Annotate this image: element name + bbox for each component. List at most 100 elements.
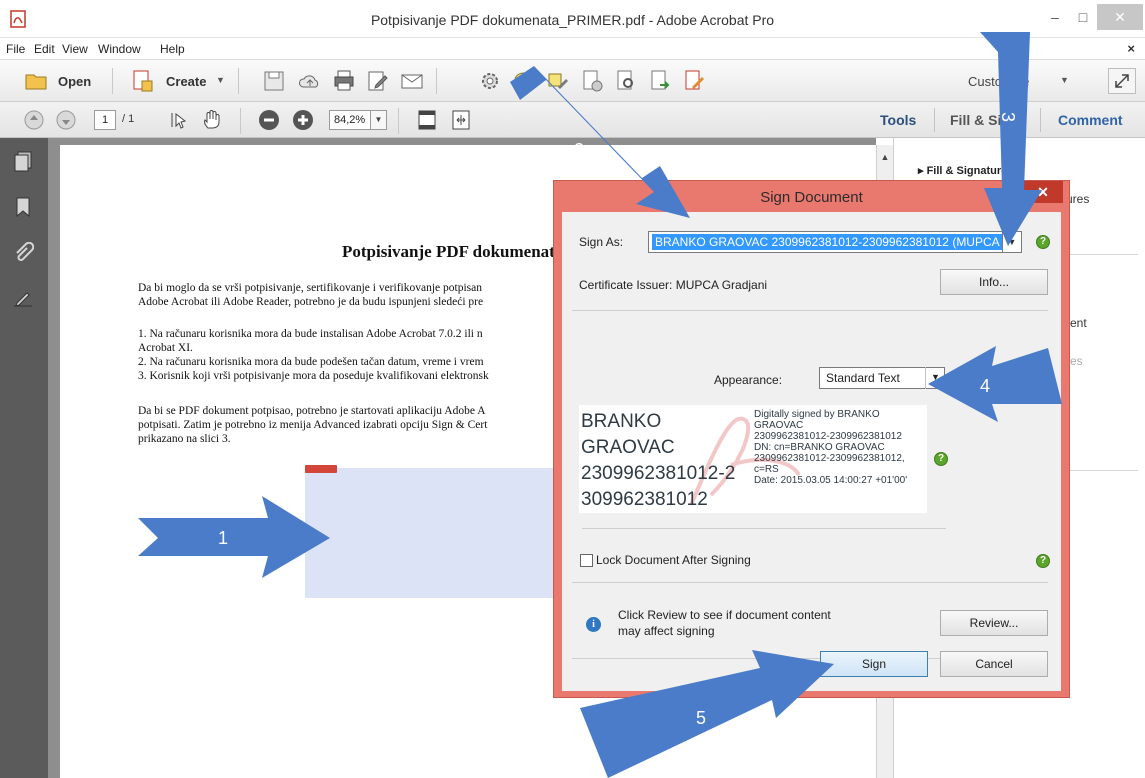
preview-name-line: 309962381012 [581,489,708,510]
dialog-body: Sign As: BRANKO GRAOVAC 2309962381012-23… [562,212,1061,691]
zoom-dropdown-icon[interactable]: ▼ [371,110,387,130]
document-line: Da bi moglo da se vrši potpisivanje, ser… [138,282,482,294]
menu-edit[interactable]: Edit [34,42,55,56]
create-pdf-icon[interactable] [130,69,154,93]
appearance-label: Appearance: [714,373,783,387]
preview-signature-details: Digitally signed by BRANKO GRAOVAC 23099… [754,409,927,486]
review-button[interactable]: Review... [940,610,1048,636]
signature-field-area[interactable] [305,468,555,598]
preview-name-line: GRAOVAC [581,437,675,458]
preview-detail-line: c=RS [754,464,779,475]
review-hint-text: may affect signing [618,624,715,638]
dialog-divider [572,310,1048,311]
menu-file[interactable]: File [6,42,25,56]
page-thumbnails-icon[interactable] [12,150,34,172]
zoom-level-input[interactable]: 84,2% [329,110,371,130]
close-document-icon[interactable]: × [1127,41,1135,56]
edit-document-icon[interactable] [366,69,390,93]
preview-detail-line: GRAOVAC [754,420,804,431]
menu-window[interactable]: Window [98,42,141,56]
help-icon[interactable]: ? [1036,235,1050,249]
preview-detail-line: 2309962381012-2309962381012 [754,431,902,442]
save-icon[interactable] [262,69,286,93]
toolbar-divider [240,108,241,134]
next-page-icon[interactable] [56,110,76,130]
fit-page-icon[interactable] [416,109,438,131]
zoom-out-icon[interactable] [258,109,280,131]
document-line: 1. Na računaru korisnika mora da bude in… [138,328,483,340]
open-folder-icon[interactable] [24,69,48,93]
customize-button[interactable]: Customize [968,74,1029,89]
minimize-button[interactable]: – [1040,4,1070,30]
help-icon[interactable]: ? [934,452,948,466]
expand-icon[interactable] [1108,68,1136,94]
sign-button[interactable]: Sign [820,651,928,677]
settings-gear-icon[interactable] [478,69,502,93]
document-line: Adobe Acrobat ili Adobe Reader, potrebno… [138,296,484,308]
fill-sign-section-header[interactable]: ▸ Fill & Signatures [918,164,1013,177]
create-button[interactable]: Create [166,74,206,89]
window-title: Potpisivanje PDF dokumenata_PRIMER.pdf -… [370,12,775,28]
document-export-icon[interactable] [648,69,672,93]
tab-tools[interactable]: Tools [880,112,916,128]
preview-detail-line: Digitally signed by BRANKO [754,409,880,420]
comment-bubble-icon[interactable] [512,69,536,93]
upload-cloud-icon[interactable] [298,69,322,93]
info-icon: i [586,617,601,632]
document-line: 3. Korisnik koji vrši potpisivanje mora … [138,370,489,382]
help-icon[interactable]: ? [1036,554,1050,568]
fit-width-icon[interactable] [450,109,472,131]
toolbar-divider [398,108,399,134]
review-hint-text: Click Review to see if document content [618,608,831,622]
page-number-input[interactable]: 1 [94,110,116,130]
info-button[interactable]: Info... [940,269,1048,295]
fill-sign-section-label: Fill & Signatures [926,165,1014,177]
tab-comment[interactable]: Comment [1058,112,1123,128]
maximize-button[interactable]: □ [1068,4,1098,30]
bookmarks-icon[interactable] [12,196,34,218]
dialog-divider [582,528,946,529]
attachments-paperclip-icon[interactable] [12,242,34,264]
lock-document-checkbox[interactable] [580,554,593,567]
email-icon[interactable] [400,69,424,93]
document-line: 2. Na računaru korisnika mora da bude po… [138,356,484,368]
open-button[interactable]: Open [58,74,91,89]
customize-dropdown-icon[interactable]: ▼ [1060,75,1069,85]
preview-detail-line: 2309962381012-2309962381012, [754,453,905,464]
previous-page-icon[interactable] [24,110,44,130]
preview-detail-line: Date: 2015.03.05 14:00:27 +01'00' [754,475,908,486]
tab-divider [934,108,935,132]
panel-text-fragment: ent [1070,316,1087,330]
appearance-dropdown-icon[interactable]: ▼ [925,367,945,389]
lock-document-label: Lock Document After Signing [596,553,751,567]
preview-name-line: BRANKO [581,411,662,432]
title-bar: Potpisivanje PDF dokumenata_PRIMER.pdf -… [0,0,1145,38]
signatures-pen-icon[interactable] [12,288,34,310]
print-icon[interactable] [332,69,356,93]
document-search-icon[interactable] [614,69,638,93]
select-tool-icon[interactable] [170,110,190,130]
zoom-in-icon[interactable] [292,109,314,131]
sign-as-select[interactable]: BRANKO GRAOVAC 2309962381012-23099623810… [648,231,1022,253]
signature-field-tag [305,465,337,473]
dialog-close-button[interactable]: ✕ [1023,181,1063,203]
menu-bar: File Edit View Window Help × [0,38,1145,60]
cancel-button[interactable]: Cancel [940,651,1048,677]
sign-document-icon[interactable] [682,69,706,93]
menu-view[interactable]: View [62,42,88,56]
tab-fill-sign[interactable]: Fill & Sign [950,112,1018,128]
menu-help[interactable]: Help [160,42,185,56]
main-toolbar: Open Create ▼ Customize ▼ [0,60,1145,102]
create-dropdown-icon[interactable]: ▼ [216,75,225,85]
document-line: prikazano na slici 3. [138,433,231,445]
close-window-button[interactable]: ✕ [1097,4,1143,30]
document-line: Acrobat XI. [138,342,193,354]
scroll-up-icon[interactable]: ▲ [877,149,893,165]
document-line: potpisati. Zatim je potrebno iz menija A… [138,419,488,431]
hand-tool-icon[interactable] [202,109,224,131]
document-remove-icon[interactable] [580,69,604,93]
toolbar-divider [436,68,437,94]
document-heading: Potpisivanje PDF dokumenata [342,242,564,261]
highlight-text-icon[interactable] [546,69,570,93]
sign-as-dropdown-icon[interactable]: ▼ [1002,231,1022,253]
